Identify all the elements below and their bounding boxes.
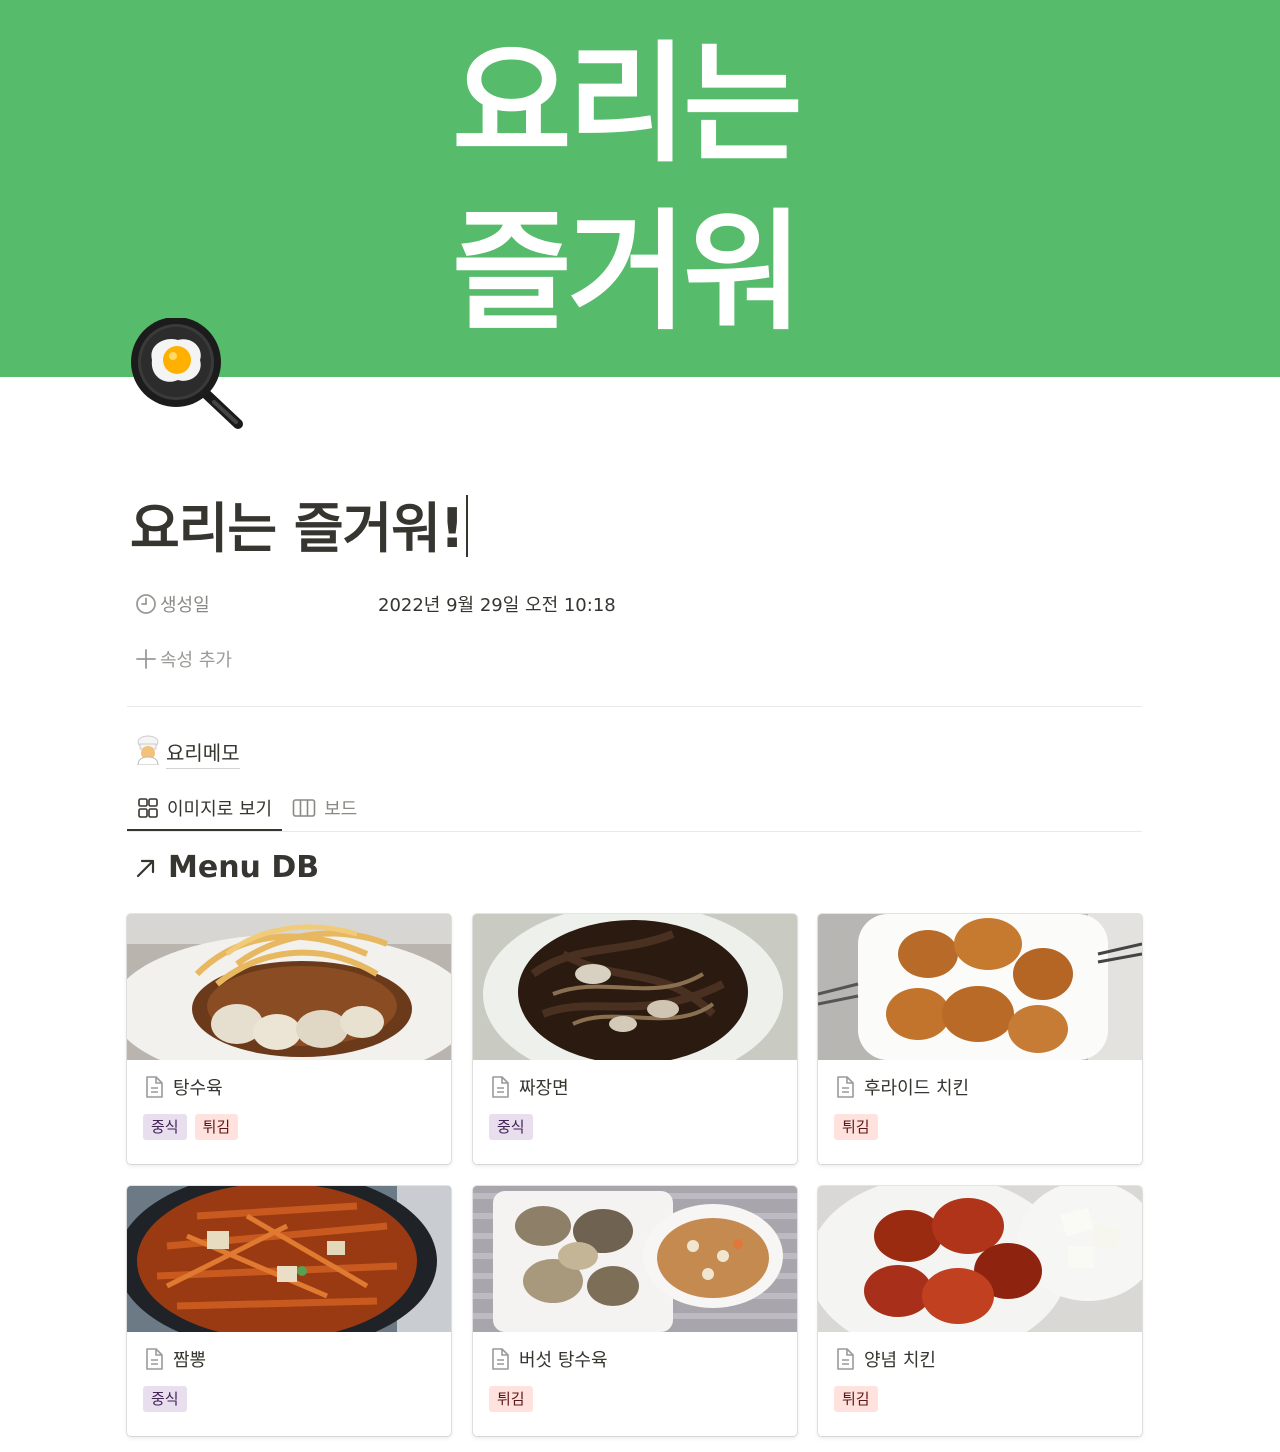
linked-database-title[interactable]: Menu DB — [134, 850, 319, 885]
tab-board-label: 보드 — [324, 799, 358, 820]
card-title: 버섯 탕수육 — [519, 1350, 608, 1371]
card-cover-image — [127, 1186, 451, 1332]
tag: 튀김 — [834, 1386, 878, 1412]
tag: 중식 — [143, 1386, 187, 1412]
frying-pan-egg-icon[interactable] — [130, 317, 246, 430]
card-cover-image — [818, 1186, 1142, 1332]
tab-board[interactable]: 보드 — [282, 786, 367, 830]
gallery-card[interactable]: 짜장면 중식 — [473, 914, 797, 1164]
card-title: 탕수육 — [173, 1078, 223, 1099]
card-title: 후라이드 치킨 — [864, 1078, 970, 1099]
gallery-card[interactable]: 탕수육 중식 튀김 — [127, 914, 451, 1164]
database-title[interactable]: 요리메모 — [134, 735, 240, 771]
card-title: 양념 치킨 — [864, 1350, 936, 1371]
plus-icon — [130, 647, 160, 671]
card-cover-image — [473, 914, 797, 1060]
arrow-up-right-icon — [136, 859, 155, 877]
cover-line-1: 요리는 — [452, 28, 803, 180]
page-title-text[interactable]: 요리는 즐거워! — [130, 497, 465, 560]
clock-icon — [130, 592, 160, 616]
tag: 중식 — [143, 1114, 187, 1140]
property-name: 생성일 — [160, 595, 210, 616]
gallery-card[interactable]: 짬뽕 중식 — [127, 1186, 451, 1436]
add-property-button[interactable]: 속성 추가 — [130, 643, 232, 675]
property-created[interactable]: 생성일 2022년 9월 29일 오전 10:18 — [130, 588, 616, 620]
text-caret — [465, 495, 468, 557]
property-value: 2022년 9월 29일 오전 10:18 — [378, 595, 616, 616]
tag: 튀김 — [489, 1386, 533, 1412]
gallery-card[interactable]: 후라이드 치킨 튀김 — [818, 914, 1142, 1164]
page-icon — [837, 1076, 854, 1098]
card-cover-image — [127, 914, 451, 1060]
page-icon — [146, 1076, 163, 1098]
divider — [127, 706, 1142, 707]
card-title: 짬뽕 — [173, 1350, 207, 1371]
board-icon — [292, 799, 316, 817]
gallery-card[interactable]: 양념 치킨 튀김 — [818, 1186, 1142, 1436]
page-icon — [146, 1348, 163, 1370]
tag: 튀김 — [834, 1114, 878, 1140]
card-cover-image — [473, 1186, 797, 1332]
page-icon — [492, 1076, 509, 1098]
database-name[interactable]: 요리메모 — [166, 737, 240, 769]
view-tabs: 이미지로 보기 보드 — [127, 786, 1142, 832]
card-title: 짜장면 — [519, 1078, 569, 1099]
tag: 중식 — [489, 1114, 533, 1140]
page-icon — [492, 1348, 509, 1370]
linked-database-name: Menu DB — [168, 850, 320, 885]
cover-line-2: 즐거워 — [452, 196, 803, 348]
card-cover-image — [818, 914, 1142, 1060]
tab-gallery[interactable]: 이미지로 보기 — [127, 786, 283, 832]
page-icon — [837, 1348, 854, 1370]
add-property-label: 속성 추가 — [160, 650, 232, 671]
tabs-divider — [127, 831, 1142, 832]
cover-text: 요리는 즐거워 — [452, 20, 832, 356]
page-title[interactable]: 요리는 즐거워! — [130, 484, 468, 563]
tab-gallery-label: 이미지로 보기 — [167, 798, 273, 820]
tag: 튀김 — [194, 1114, 239, 1140]
gallery-card[interactable]: 버섯 탕수육 튀김 — [473, 1186, 797, 1436]
gallery-icon — [138, 797, 158, 818]
cook-icon — [134, 735, 166, 771]
